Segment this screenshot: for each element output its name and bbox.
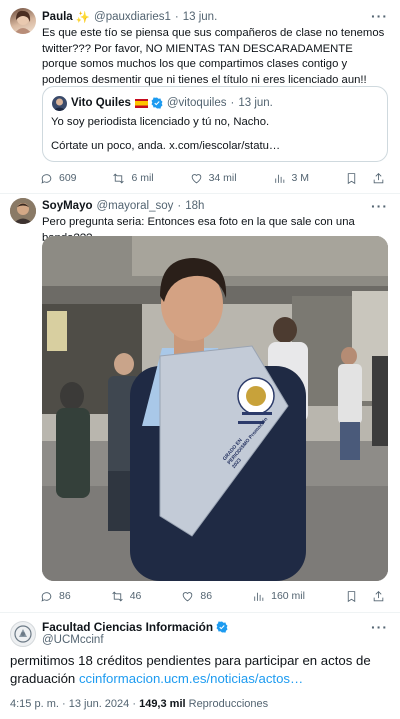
separator: · [174,11,179,23]
views-icon [274,174,284,183]
handle[interactable]: @pauxdiaries1 [94,11,171,23]
reply-button[interactable]: 86 [40,590,71,603]
quote-header: Vito Quiles @vitoquiles · 13 jun. [71,97,273,109]
retweet-icon [112,591,123,601]
tweet-meta: 4:15 p. m. · 13 jun. 2024 · 149,3 mil Re… [10,698,268,710]
reply-count: 86 [59,590,71,602]
like-count: 34 mil [208,172,237,184]
view-count: 149,3 mil [139,698,186,710]
more-options-icon[interactable]: ··· [371,198,388,214]
reply-icon [41,173,52,184]
handle[interactable]: @UCMccinf [42,634,104,646]
separator: · [177,200,182,212]
graduation-photo-illustration [42,236,388,581]
tweet-photo[interactable]: GRADO EN PERIODISMO Promoción 2023 [42,236,388,581]
tweet-extra-actions [345,172,385,185]
quoted-tweet[interactable]: Vito Quiles @vitoquiles · 13 jun. Yo soy… [42,86,388,162]
display-name[interactable]: Facultad Ciencias Información [42,620,213,634]
view-count: 160 mil [271,590,305,602]
more-options-icon[interactable]: ··· [371,8,388,24]
retweet-count: 46 [129,590,142,602]
bookmark-icon[interactable] [345,590,358,603]
timestamp[interactable]: 13 jun. [183,11,218,23]
views-icon [254,592,264,601]
like-count: 86 [200,590,213,602]
post-date[interactable]: 13 jun. 2024 [69,698,130,710]
avatar-soymayo[interactable] [10,198,36,224]
tweet-text: Es que este tío se piensa que sus compañ… [42,27,385,86]
tweet-header: SoyMayo @mayoral_soy · 18h [42,200,204,212]
reply-count: 609 [59,172,77,184]
quote-separator: · [230,97,235,109]
retweet-button[interactable]: 6 mil [112,172,154,185]
share-icon[interactable] [372,590,385,603]
timestamp[interactable]: 18h [185,200,204,212]
retweet-count: 6 mil [131,172,154,184]
tweet-text: permitimos 18 créditos pendientes para p… [10,652,390,688]
avatar-ucm[interactable] [10,621,36,647]
share-icon[interactable] [372,172,385,185]
like-button[interactable]: 86 [181,590,212,603]
tweet-extra-actions [345,590,385,603]
avatar-paula[interactable] [10,8,36,34]
retweet-icon [113,173,125,183]
heart-icon [191,173,201,183]
quote-handle: @vitoquiles [166,97,227,109]
views-button[interactable]: 3 M [273,172,310,185]
quote-line-2: Córtate un poco, anda. x.com/iescolar/st… [51,140,281,152]
handle[interactable]: @mayoral_soy [97,200,174,212]
quote-timestamp: 13 jun. [238,97,273,109]
tweet-actions: 86 46 86 160 mil [40,588,385,604]
meta-sep: · [61,698,69,710]
more-options-icon[interactable]: ··· [371,619,388,635]
bookmark-icon[interactable] [345,172,358,185]
like-button[interactable]: 34 mil [190,172,237,185]
sparkle-emoji: ✨ [75,12,91,24]
heart-icon [183,591,193,601]
tweet-header: Paula ✨ @pauxdiaries1 · 13 jun. [42,10,217,24]
view-count: 3 M [291,172,310,184]
reply-button[interactable]: 609 [40,172,77,185]
tweet-paula: Paula ✨ @pauxdiaries1 · 13 jun. ··· Es q… [0,0,400,200]
tweet-link[interactable]: ccinformacion.ucm.es/noticias/actos… [79,671,303,686]
verified-badge-icon [216,621,228,633]
reply-icon [41,591,52,602]
quote-line-1: Yo soy periodista licenciado y tú no, Na… [51,116,270,128]
handle-row: @UCMccinf [42,634,104,646]
quote-display-name: Vito Quiles [71,97,131,109]
views-label: Reproducciones [188,698,269,710]
verified-badge-icon [151,97,163,109]
display-name[interactable]: SoyMayo [42,200,93,212]
views-button[interactable]: 160 mil [252,590,305,603]
tweet-actions: 609 6 mil 34 mil 3 M [40,170,385,186]
post-time[interactable]: 4:15 p. m. [10,698,59,710]
avatar-vito [52,96,67,111]
retweet-button[interactable]: 46 [111,590,142,603]
tweet-header: Facultad Ciencias Información [42,620,228,634]
display-name[interactable]: Paula [42,11,73,23]
spain-flag-icon [134,98,148,108]
